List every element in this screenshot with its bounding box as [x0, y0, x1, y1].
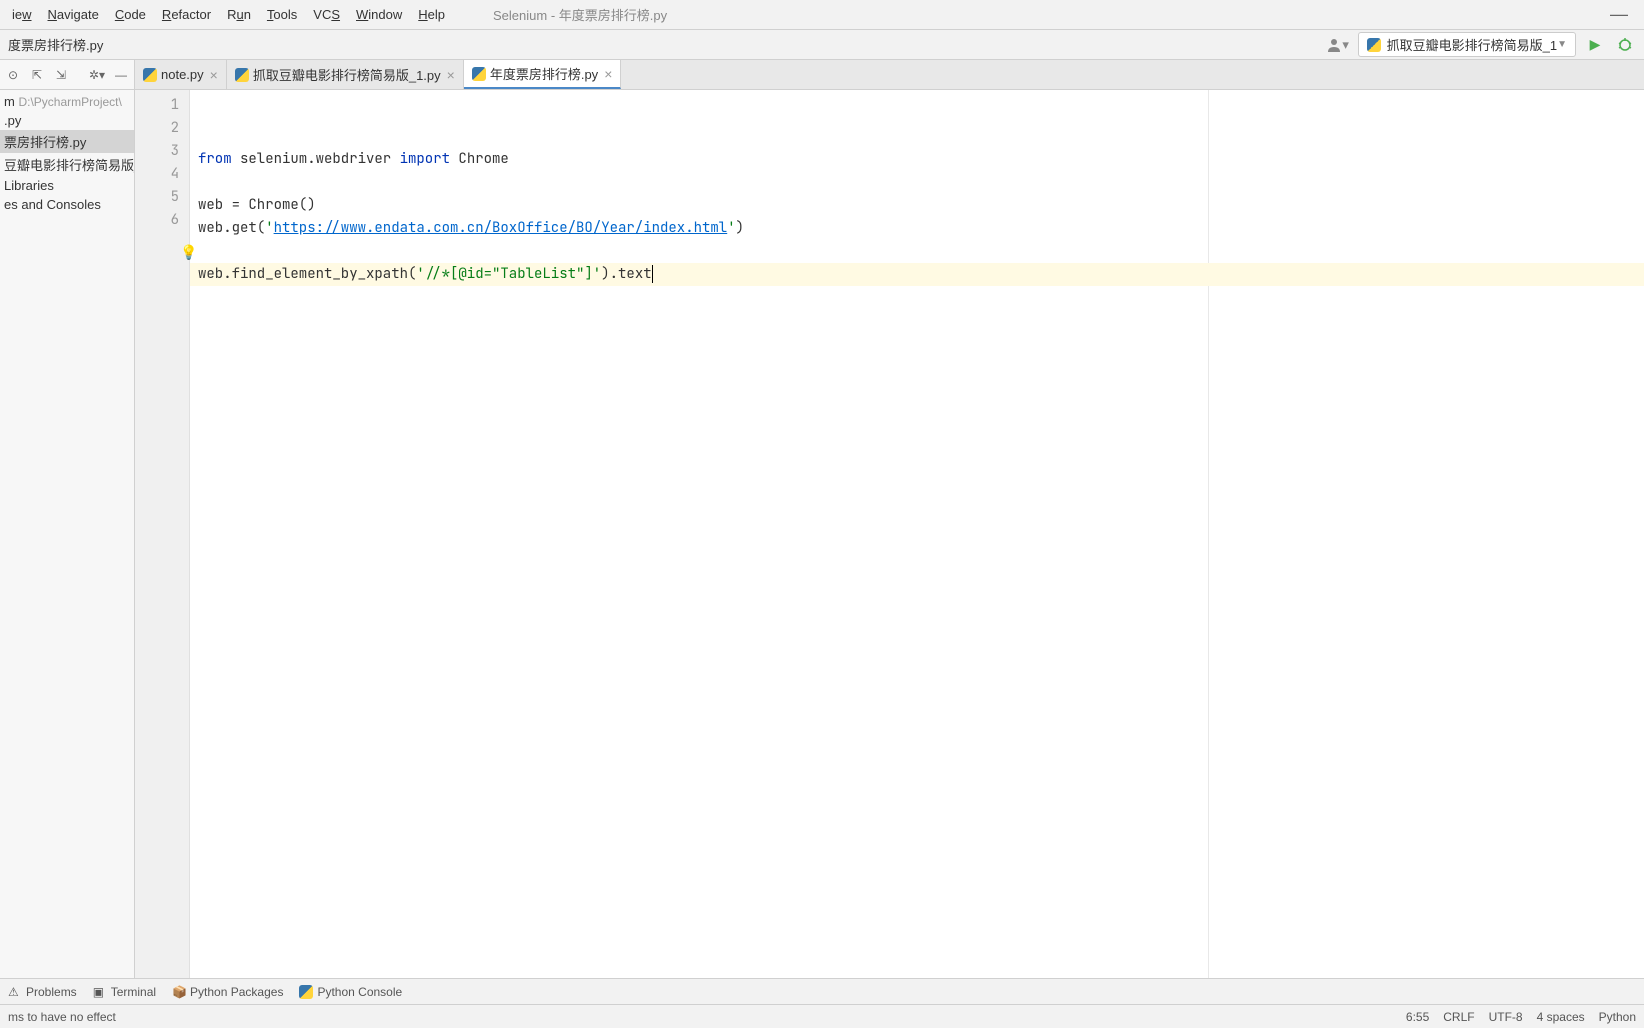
file-encoding[interactable]: UTF-8	[1489, 1010, 1523, 1024]
sidebar-toolbar: ⊙ ⇱ ⇲ ✲▾ —	[0, 60, 134, 90]
menu-window[interactable]: Window	[348, 3, 410, 26]
tree-item-selected[interactable]: 票房排行榜.py	[0, 130, 134, 153]
packages-icon: 📦	[172, 985, 186, 999]
breadcrumb[interactable]: 度票房排行榜.py	[8, 35, 1326, 54]
chevron-down-icon: ▼	[1557, 39, 1567, 50]
close-icon[interactable]: ×	[604, 66, 612, 82]
select-opened-icon[interactable]: ⊙	[4, 66, 22, 84]
menu-code[interactable]: Code	[107, 3, 154, 26]
tree-item[interactable]: .py	[0, 111, 134, 130]
collapse-all-icon[interactable]: ⇲	[52, 66, 70, 84]
caret-position[interactable]: 6:55	[1406, 1010, 1429, 1024]
project-sidebar: ⊙ ⇱ ⇲ ✲▾ — m D:\PycharmProject\ .py 票房排行…	[0, 60, 135, 978]
python-packages-tab[interactable]: 📦 Python Packages	[172, 985, 283, 999]
close-icon[interactable]: ×	[210, 67, 218, 83]
project-tree[interactable]: m D:\PycharmProject\ .py 票房排行榜.py 豆瓣电影排行…	[0, 90, 134, 216]
editor-tabs: note.py × 抓取豆瓣电影排行榜简易版_1.py × 年度票房排行榜.py…	[135, 60, 1644, 90]
line-separator[interactable]: CRLF	[1443, 1010, 1474, 1024]
tab-boxoffice[interactable]: 年度票房排行榜.py ×	[464, 60, 622, 89]
tree-item[interactable]: 豆瓣电影排行榜简易版_1	[0, 153, 134, 176]
tree-item-libraries[interactable]: Libraries	[0, 176, 134, 195]
menu-help[interactable]: Help	[410, 3, 453, 26]
run-button[interactable]: ▶	[1584, 34, 1606, 56]
expand-all-icon[interactable]: ⇱	[28, 66, 46, 84]
intention-bulb-icon[interactable]: 💡	[180, 242, 197, 265]
minimize-icon[interactable]: —	[1598, 0, 1640, 29]
debug-button[interactable]	[1614, 34, 1636, 56]
tree-item-consoles[interactable]: es and Consoles	[0, 195, 134, 214]
console-icon	[299, 985, 313, 999]
user-icon[interactable]: ▾	[1326, 33, 1350, 57]
app-title: Selenium - 年度票房排行榜.py	[493, 5, 667, 24]
toolbar: 度票房排行榜.py ▾ 抓取豆瓣电影排行榜简易版_1 ▼ ▶	[0, 30, 1644, 60]
problems-icon: ⚠	[8, 985, 22, 999]
code-editor[interactable]: 1 2 3 4 5 6 from selenium.webdriver impo…	[135, 90, 1644, 978]
text-caret	[652, 265, 653, 283]
settings-icon[interactable]: ✲▾	[88, 66, 106, 84]
hide-icon[interactable]: —	[112, 66, 130, 84]
menu-run[interactable]: Run	[219, 3, 259, 26]
tab-note[interactable]: note.py ×	[135, 60, 227, 89]
menu-view[interactable]: iew	[4, 3, 40, 26]
terminal-icon: ▣	[93, 985, 107, 999]
status-bar: ms to have no effect 6:55 CRLF UTF-8 4 s…	[0, 1004, 1644, 1028]
bottom-tool-bar: ⚠ Problems ▣ Terminal 📦 Python Packages …	[0, 978, 1644, 1004]
tab-douban[interactable]: 抓取豆瓣电影排行榜简易版_1.py ×	[227, 60, 464, 89]
status-message: ms to have no effect	[8, 1010, 1406, 1024]
indent-info[interactable]: 4 spaces	[1537, 1010, 1585, 1024]
terminal-tab[interactable]: ▣ Terminal	[93, 985, 156, 999]
tree-item-root[interactable]: m D:\PycharmProject\	[0, 92, 134, 111]
gutter[interactable]: 1 2 3 4 5 6	[135, 90, 190, 978]
menu-tools[interactable]: Tools	[259, 3, 305, 26]
code-area[interactable]: from selenium.webdriver import Chromeweb…	[190, 90, 1644, 978]
python-console-tab[interactable]: Python Console	[299, 985, 402, 999]
python-icon	[143, 68, 157, 82]
menu-vcs[interactable]: VCS	[305, 3, 348, 26]
run-config-selector[interactable]: 抓取豆瓣电影排行榜简易版_1 ▼	[1358, 32, 1576, 57]
interpreter-info[interactable]: Python	[1599, 1010, 1636, 1024]
python-icon	[235, 68, 249, 82]
problems-tab[interactable]: ⚠ Problems	[8, 985, 77, 999]
menu-refactor[interactable]: Refactor	[154, 3, 219, 26]
menu-navigate[interactable]: Navigate	[40, 3, 107, 26]
run-config-label: 抓取豆瓣电影排行榜简易版_1	[1387, 35, 1557, 54]
menu-bar: iew Navigate Code Refactor Run Tools VCS…	[0, 0, 1644, 30]
python-icon	[472, 67, 486, 81]
python-icon	[1367, 38, 1381, 52]
close-icon[interactable]: ×	[447, 67, 455, 83]
